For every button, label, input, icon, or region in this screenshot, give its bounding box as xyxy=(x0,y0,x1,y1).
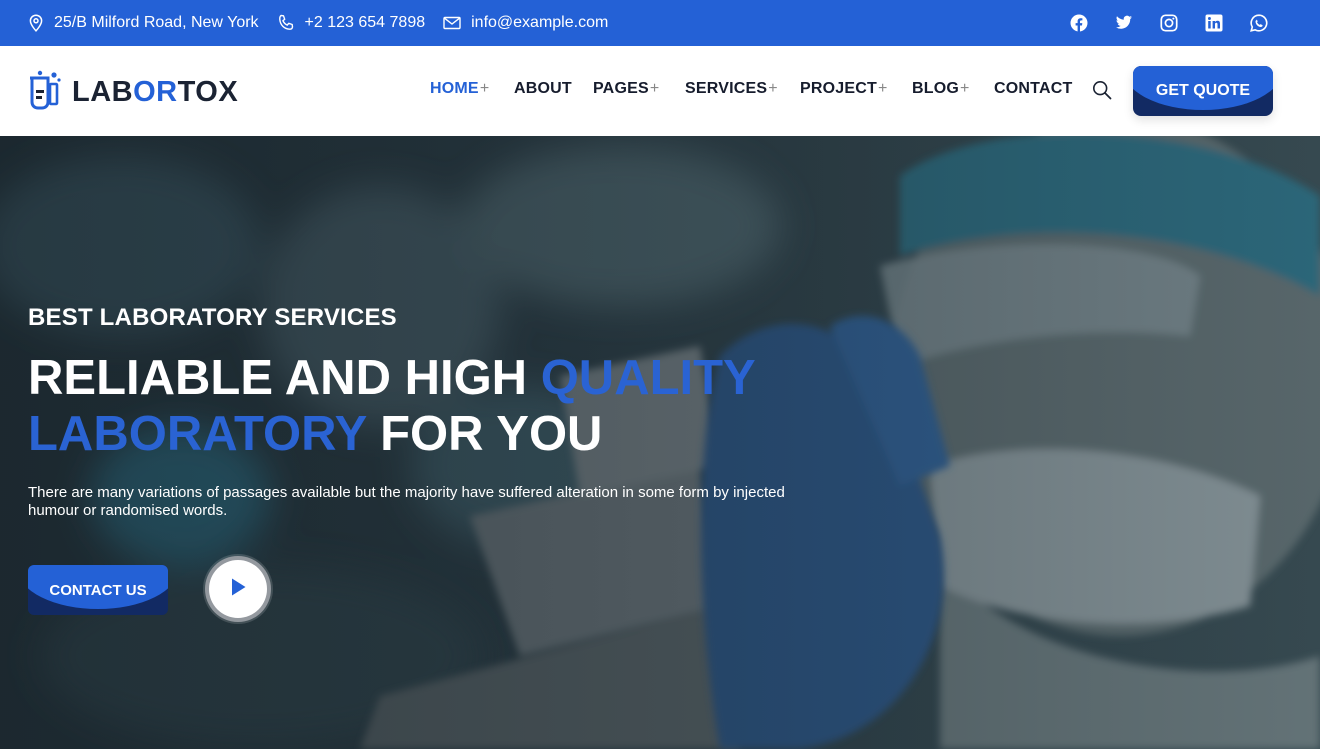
search-icon xyxy=(1092,80,1112,104)
nav-label: BLOG xyxy=(912,80,960,97)
hero-headline: RELIABLE AND HIGH QUALITY LABORATORY FOR… xyxy=(28,350,756,462)
nav-item-about[interactable]: ABOUT xyxy=(514,80,593,98)
mail-icon xyxy=(443,16,461,30)
headline-line2-highlight: LABORATORY xyxy=(28,407,367,461)
plus-icon: + xyxy=(479,80,490,97)
beaker-logo-icon xyxy=(28,70,64,115)
nav-label: PROJECT xyxy=(800,80,877,97)
plus-icon: + xyxy=(649,80,660,97)
plus-icon: + xyxy=(877,80,888,97)
nav-item-home[interactable]: HOME + xyxy=(430,80,514,98)
linkedin-icon[interactable] xyxy=(1205,14,1223,32)
phone-icon xyxy=(277,14,295,32)
phone[interactable]: +2 123 654 7898 xyxy=(277,14,426,32)
nav-item-blog[interactable]: BLOG + xyxy=(912,80,994,98)
logo-part-tox: TOX xyxy=(177,76,239,108)
hero-subtitle: BEST LABORATORY SERVICES xyxy=(28,304,397,331)
logo-text: LABORTOX xyxy=(72,78,238,107)
nav-label: PAGES xyxy=(593,80,649,97)
headline-line1-plain: RELIABLE AND HIGH xyxy=(28,351,541,405)
logo-part-lab: LAB xyxy=(72,76,134,108)
hero-description: There are many variations of passages av… xyxy=(28,484,785,519)
nav-label: SERVICES xyxy=(685,80,768,97)
logo-part-or: OR xyxy=(133,76,178,108)
social-links xyxy=(1070,14,1268,32)
site-header: LABORTOX HOME + ABOUT PAGES + SERVICES + PR… xyxy=(0,46,1320,136)
email[interactable]: info@example.com xyxy=(443,14,608,32)
nav-item-pages[interactable]: PAGES + xyxy=(593,80,685,98)
facebook-icon[interactable] xyxy=(1070,14,1088,32)
twitter-icon[interactable] xyxy=(1115,15,1133,31)
address: 25/B Milford Road, New York xyxy=(28,14,259,32)
play-icon xyxy=(229,577,247,602)
instagram-icon[interactable] xyxy=(1160,14,1178,32)
search-button[interactable] xyxy=(1092,80,1112,105)
contact-us-label: CONTACT US xyxy=(49,581,147,599)
headline-line1-highlight: QUALITY xyxy=(540,351,756,405)
location-pin-icon xyxy=(28,14,44,32)
nav-item-contact[interactable]: CONTACT xyxy=(994,80,1072,98)
top-contacts: 25/B Milford Road, New York +2 123 654 7… xyxy=(28,14,608,32)
get-quote-button[interactable]: GET QUOTE xyxy=(1133,66,1273,116)
nav-item-project[interactable]: PROJECT + xyxy=(800,80,912,98)
phone-text: +2 123 654 7898 xyxy=(304,14,426,31)
address-text: 25/B Milford Road, New York xyxy=(54,14,259,31)
headline-line2-plain: FOR YOU xyxy=(366,407,603,461)
email-text: info@example.com xyxy=(471,14,609,31)
whatsapp-icon[interactable] xyxy=(1250,14,1268,32)
plus-icon: + xyxy=(960,80,970,97)
nav-label: CONTACT xyxy=(994,80,1073,97)
logo[interactable]: LABORTOX xyxy=(28,70,238,115)
get-quote-label: GET QUOTE xyxy=(1155,82,1251,99)
nav-label: ABOUT xyxy=(514,80,572,97)
contact-us-button[interactable]: CONTACT US xyxy=(28,565,168,615)
top-bar: 25/B Milford Road, New York +2 123 654 7… xyxy=(0,0,1320,46)
hero-section: BEST LABORATORY SERVICES RELIABLE AND HI… xyxy=(0,136,1320,749)
main-nav: HOME + ABOUT PAGES + SERVICES + PROJECT + BL… xyxy=(430,80,1072,98)
nav-label: HOME xyxy=(430,80,479,97)
plus-icon: + xyxy=(768,80,778,97)
play-video-button[interactable] xyxy=(205,556,271,622)
nav-item-services[interactable]: SERVICES + xyxy=(685,80,800,98)
